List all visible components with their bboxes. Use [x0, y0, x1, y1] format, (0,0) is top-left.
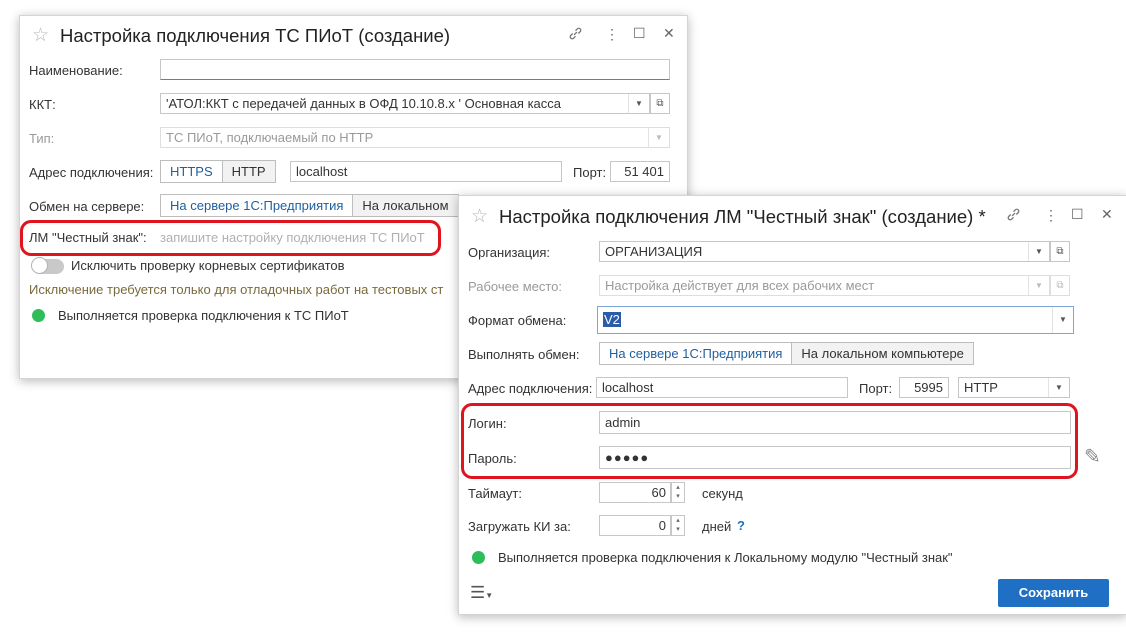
organization-label: Организация:	[468, 245, 551, 260]
organization-select[interactable]: ОРГАНИЗАЦИЯ ▼	[599, 241, 1050, 262]
login-label: Логин:	[468, 416, 507, 431]
protocol-http-button[interactable]: HTTP	[222, 160, 276, 183]
more-actions-icon[interactable]: ⋮	[1044, 207, 1058, 224]
chevron-down-icon: ▼	[485, 591, 494, 600]
workplace-value: Настройка действует для всех рабочих мес…	[605, 278, 875, 293]
load-label: Загружать КИ за:	[468, 519, 571, 534]
menu-icon[interactable]: ☰▼	[470, 583, 493, 603]
port-input[interactable]: 51 401	[610, 161, 670, 182]
organization-value: ОРГАНИЗАЦИЯ	[605, 244, 703, 259]
chevron-down-icon: ▼	[1028, 276, 1049, 295]
type-value: ТС ПИоТ, подключаемый по HTTP	[166, 130, 374, 145]
exchange-label: Выполнять обмен:	[468, 347, 580, 362]
format-value: V2	[603, 312, 621, 327]
protocol-switch: HTTPS HTTP	[160, 160, 276, 183]
window-title: Настройка подключения ТС ПИоТ (создание)	[60, 25, 451, 46]
close-icon[interactable]: ✕	[663, 25, 675, 42]
window-title: Настройка подключения ЛМ "Честный знак" …	[499, 206, 986, 227]
timeout-unit: секунд	[702, 486, 743, 501]
status-ok-icon	[472, 551, 485, 564]
workplace-label: Рабочее место:	[468, 279, 563, 294]
maximize-icon[interactable]: ☐	[633, 25, 646, 42]
type-select: ТС ПИоТ, подключаемый по HTTP ▼	[160, 127, 670, 148]
host-input[interactable]: localhost	[290, 161, 562, 182]
password-input[interactable]: ●●●●●	[599, 446, 1071, 469]
load-unit: дней	[702, 519, 732, 534]
kkt-value: 'АТОЛ:ККТ с передачей данных в ОФД 10.10…	[166, 96, 562, 111]
exchange-local-button[interactable]: На локальном компьютере	[792, 342, 974, 365]
close-icon[interactable]: ✕	[1101, 206, 1113, 223]
format-label: Формат обмена:	[468, 313, 567, 328]
more-actions-icon[interactable]: ⋮	[605, 26, 619, 43]
link-icon[interactable]	[1006, 207, 1021, 225]
protocol-value: HTTP	[964, 380, 998, 395]
port-label: Порт:	[859, 381, 893, 396]
kkt-label: ККТ:	[29, 97, 56, 112]
exchange-label: Обмен на сервере:	[29, 199, 145, 214]
exchange-switch: На сервере 1С:Предприятия На локальном к…	[599, 342, 974, 365]
format-select[interactable]: V2 ▼	[597, 306, 1074, 334]
open-organization-icon[interactable]: ⧉	[1050, 241, 1070, 262]
pencil-icon[interactable]: ✎	[1084, 444, 1101, 469]
favorite-star-icon[interactable]: ☆	[32, 24, 49, 47]
maximize-icon[interactable]: ☐	[1071, 206, 1084, 223]
protocol-https-button[interactable]: HTTPS	[160, 160, 223, 183]
exchange-server-button[interactable]: На сервере 1С:Предприятия	[160, 194, 354, 217]
open-workplace-icon: ⧉	[1050, 275, 1070, 296]
root-cert-toggle[interactable]	[31, 257, 64, 274]
save-button[interactable]: Сохранить	[998, 579, 1109, 607]
highlight-frame	[20, 220, 441, 256]
login-input[interactable]: admin	[599, 411, 1071, 434]
type-label: Тип:	[29, 131, 55, 146]
kkt-select[interactable]: 'АТОЛ:ККТ с передачей данных в ОФД 10.10…	[160, 93, 650, 114]
help-icon[interactable]: ?	[737, 518, 745, 533]
chevron-down-icon[interactable]: ▼	[628, 94, 649, 113]
name-label: Наименование:	[29, 63, 123, 78]
port-label: Порт:	[573, 165, 607, 180]
link-icon[interactable]	[568, 26, 583, 44]
open-kkt-icon[interactable]: ⧉	[650, 93, 670, 114]
chevron-down-icon[interactable]: ▼	[1028, 242, 1049, 261]
toggle-knob	[31, 257, 48, 274]
window-titlebar: ☆ Настройка подключения ТС ПИоТ (создани…	[20, 16, 687, 56]
warning-text: Исключение требуется только для отладочн…	[29, 282, 444, 297]
window-titlebar: ☆ Настройка подключения ЛМ "Честный знак…	[459, 196, 1126, 236]
address-label: Адрес подключения:	[468, 381, 593, 396]
exchange-server-button[interactable]: На сервере 1С:Предприятия	[599, 342, 793, 365]
name-input[interactable]	[160, 59, 670, 80]
protocol-select[interactable]: HTTP ▼	[958, 377, 1070, 398]
timeout-stepper[interactable]: ▴ ▾	[671, 482, 685, 503]
status-ok-icon	[32, 309, 45, 322]
lm-connection-window: ☆ Настройка подключения ЛМ "Честный знак…	[458, 195, 1126, 615]
chevron-down-icon[interactable]: ▼	[1052, 307, 1073, 333]
password-label: Пароль:	[468, 451, 517, 466]
chevron-down-icon: ▼	[648, 128, 669, 147]
host-input[interactable]: localhost	[596, 377, 848, 398]
root-cert-label: Исключить проверку корневых сертификатов	[71, 258, 345, 273]
favorite-star-icon[interactable]: ☆	[471, 205, 488, 228]
workplace-select: Настройка действует для всех рабочих мес…	[599, 275, 1050, 296]
address-label: Адрес подключения:	[29, 165, 154, 180]
timeout-input[interactable]: 60	[599, 482, 671, 503]
port-input[interactable]: 5995	[899, 377, 949, 398]
load-input[interactable]: 0	[599, 515, 671, 536]
timeout-label: Таймаут:	[468, 486, 522, 501]
status-text: Выполняется проверка подключения к Локал…	[498, 550, 953, 565]
load-stepper[interactable]: ▴ ▾	[671, 515, 685, 536]
status-text: Выполняется проверка подключения к ТС ПИ…	[58, 308, 349, 323]
exchange-switch: На сервере 1С:Предприятия На локальном	[160, 194, 459, 217]
menu-glyph: ☰	[470, 583, 486, 602]
chevron-down-icon[interactable]: ▼	[1048, 378, 1069, 397]
exchange-local-button[interactable]: На локальном	[353, 194, 459, 217]
